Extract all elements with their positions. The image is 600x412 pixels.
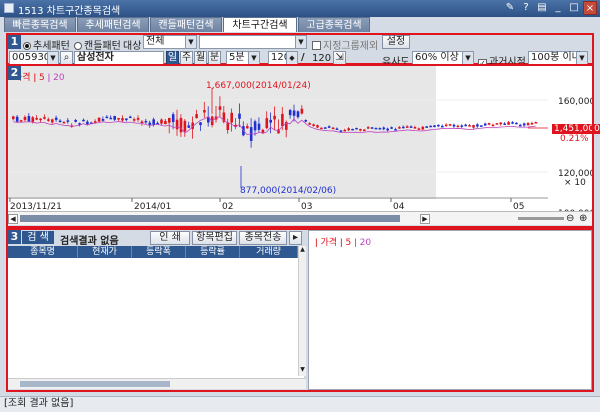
stock-search-icon[interactable]: ⌕ bbox=[60, 51, 73, 65]
period-month-button[interactable]: 월 bbox=[194, 51, 207, 65]
title-bar: 1513 차트구간종목검색 ✎ ? ▤ _ □ × bbox=[0, 0, 600, 17]
maximize-icon[interactable]: □ bbox=[567, 1, 581, 15]
section-3-box bbox=[6, 228, 594, 392]
section-2-box bbox=[6, 64, 594, 228]
tab-bar: 빠른종목검색 추세패턴검색 캔들패턴검색 차트구간검색 고급종목검색 bbox=[4, 17, 371, 32]
settings-button[interactable]: 설정 bbox=[382, 35, 410, 49]
period-day-button[interactable]: 일 bbox=[166, 51, 179, 65]
group-select[interactable]: ▼ bbox=[199, 35, 307, 49]
tab-quick-search[interactable]: 빠른종목검색 bbox=[4, 17, 76, 32]
close-icon[interactable]: × bbox=[583, 1, 597, 15]
period-minute-button[interactable]: 분 bbox=[208, 51, 221, 65]
tab-advanced-search[interactable]: 고급종목검색 bbox=[298, 17, 370, 32]
stock-code-input[interactable]: 005930 ▼ bbox=[9, 51, 59, 65]
tab-trend-pattern[interactable]: 추세패턴검색 bbox=[77, 17, 149, 32]
help-icon[interactable]: ? bbox=[519, 1, 533, 15]
bars-select[interactable]: 100봉 이내 ▼ bbox=[528, 51, 588, 65]
chevron-down-icon: ▼ bbox=[248, 52, 259, 64]
section-number-2: 2 bbox=[8, 66, 21, 80]
window-buttons: ✎ ? ▤ _ □ × bbox=[503, 1, 597, 15]
tab-chart-section[interactable]: 차트구간검색 bbox=[223, 17, 297, 32]
chevron-down-icon: ▼ bbox=[185, 36, 196, 48]
stepper-icon: ◆ bbox=[286, 52, 297, 64]
chevron-down-icon: ▼ bbox=[576, 52, 587, 64]
period-week-button[interactable]: 주 bbox=[180, 51, 193, 65]
app-icon bbox=[4, 3, 14, 13]
count-stepper[interactable]: 120 ◆ bbox=[268, 51, 298, 65]
pin-icon[interactable]: ✎ bbox=[503, 1, 517, 15]
stock-name-field: 삼성전자 bbox=[74, 51, 164, 65]
target-select[interactable]: 전체 ▼ bbox=[143, 35, 197, 49]
status-bar: [조회 결과 없음] bbox=[0, 396, 600, 412]
section-number-1: 1 bbox=[8, 35, 21, 49]
section-number-3: 3 bbox=[8, 230, 21, 244]
window-title: 1513 차트구간종목검색 bbox=[18, 6, 121, 17]
minute-select[interactable]: 5분 ▼ bbox=[226, 51, 260, 65]
radio-candle-pattern[interactable]: 캔들패턴 bbox=[74, 37, 121, 52]
target-label: 대상 bbox=[123, 41, 142, 52]
tab-candle-pattern[interactable]: 캔들패턴검색 bbox=[150, 17, 222, 32]
exclude-group-checkbox[interactable]: 지정그룹제외 bbox=[312, 37, 378, 52]
menu-icon[interactable]: ▤ bbox=[535, 1, 549, 15]
radio-trend-pattern[interactable]: 추세패턴 bbox=[23, 37, 70, 52]
apply-icon[interactable]: ⇲ bbox=[333, 51, 346, 65]
count-separator: / bbox=[301, 52, 305, 63]
chevron-down-icon: ▼ bbox=[462, 52, 473, 64]
chevron-down-icon: ▼ bbox=[295, 36, 306, 48]
minimize-icon[interactable]: _ bbox=[551, 1, 565, 15]
similarity-select[interactable]: 60% 이상 ▼ bbox=[412, 51, 474, 65]
count-total: 120 bbox=[312, 53, 332, 64]
chevron-down-icon: ▼ bbox=[47, 52, 58, 64]
